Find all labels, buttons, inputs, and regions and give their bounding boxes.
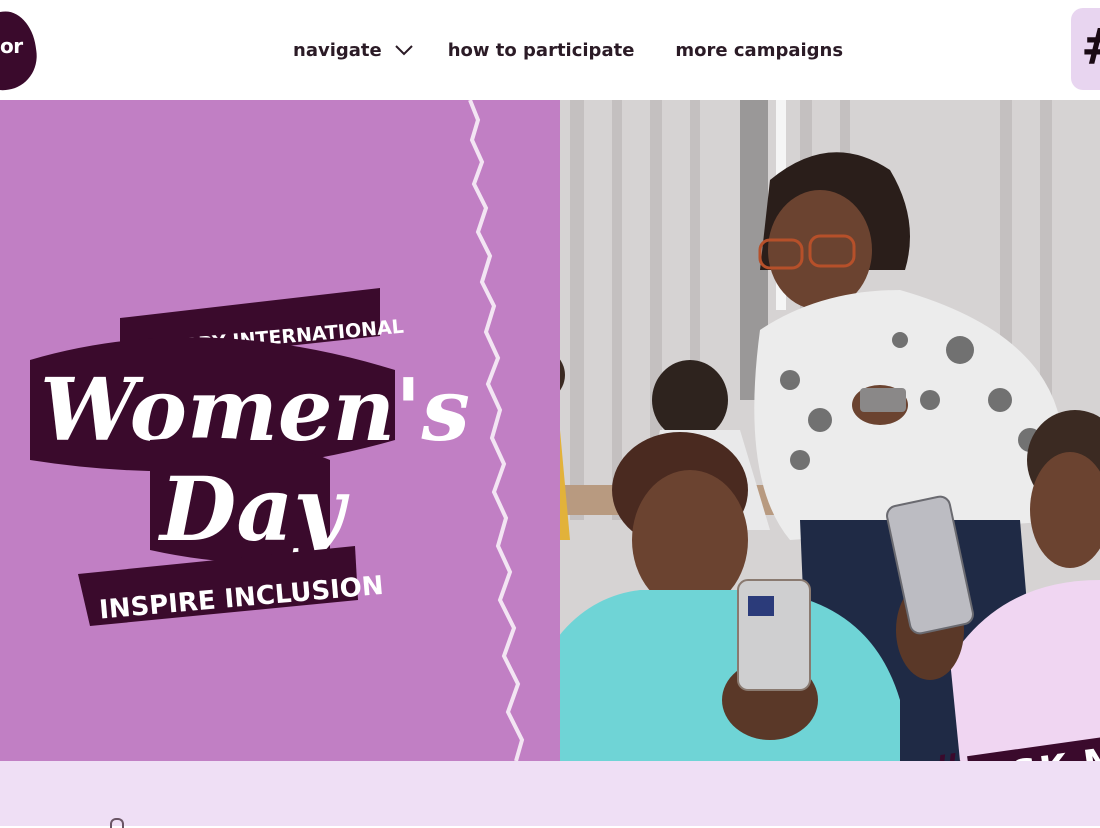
nav-navigate[interactable]: navigate [293,40,414,61]
purple-panel: HAPPY INTERNATIONAL Women's Day INSPIRE … [0,100,560,761]
nav-navigate-label[interactable]: navigate [293,40,382,61]
hero-banner: HAPPY INTERNATIONAL Women's Day INSPIRE … [0,100,1100,761]
site-header: or navigate how to participate more camp… [0,0,1100,100]
svg-text:Day: Day [157,457,350,561]
nav-how-to-participate[interactable]: how to participate [448,40,635,61]
footer-partial-glyph [110,818,124,828]
footer-band [0,761,1100,826]
nav-how-to-participate-label[interactable]: how to participate [448,40,635,61]
nav-more-campaigns-label[interactable]: more campaigns [675,40,843,61]
main-nav: navigate how to participate more campaig… [293,36,843,64]
chevron-down-icon[interactable] [394,44,414,56]
ask-hash-symbol: # [925,744,969,761]
nav-more-campaigns[interactable]: more campaigns [675,40,843,61]
hashtag-icon: # [1081,22,1100,72]
hashtag-button[interactable]: # [1071,8,1100,90]
brand-logo-text[interactable]: or [0,34,23,58]
